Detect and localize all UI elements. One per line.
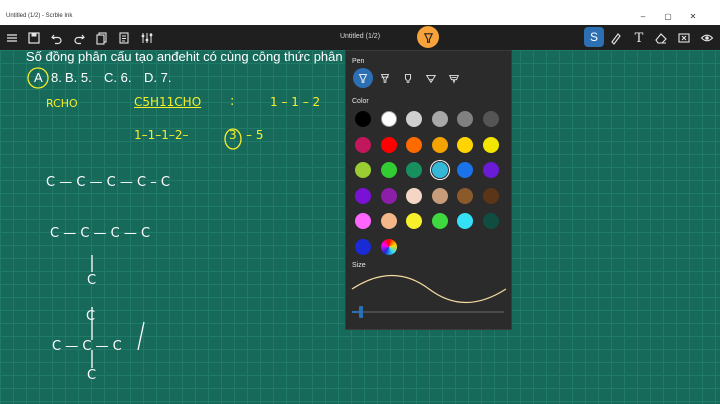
- pen-tool-button[interactable]: [417, 26, 439, 48]
- color-swatch[interactable]: [355, 187, 371, 204]
- color-swatch[interactable]: [457, 187, 473, 204]
- color-swatch[interactable]: [406, 111, 422, 127]
- color-swatch[interactable]: [482, 213, 499, 229]
- answer-c: C. 6.: [104, 70, 132, 85]
- color-swatch[interactable]: [431, 213, 448, 229]
- brush-pen-icon[interactable]: [421, 68, 441, 88]
- color-swatch[interactable]: [482, 187, 499, 204]
- hw-colon: :: [230, 94, 235, 109]
- color-swatch[interactable]: [431, 111, 448, 127]
- color-swatch[interactable]: [380, 162, 397, 178]
- pen-icon: [423, 32, 433, 43]
- eraser-icon[interactable]: [651, 28, 671, 48]
- hw-ratio-top: 1 – 1 – 2: [270, 95, 321, 109]
- hw-chain-2: C — C — C — C: [50, 226, 151, 241]
- color-swatch[interactable]: [457, 111, 473, 127]
- answer-b: B. 5.: [65, 70, 92, 85]
- color-swatch[interactable]: [355, 213, 371, 229]
- highlighter-icon[interactable]: [606, 28, 626, 48]
- hw-chain-3-mid: C — C — C: [52, 339, 122, 354]
- hw-ratio-line: 1–1–1–2–: [134, 128, 189, 142]
- toolbar: Untitled (1/2) T: [0, 25, 720, 65]
- size-slider-track[interactable]: [352, 311, 504, 313]
- color-swatch[interactable]: [482, 162, 499, 178]
- color-swatch[interactable]: [355, 162, 371, 178]
- color-swatch[interactable]: [355, 136, 371, 153]
- hw-circled-number: 3: [229, 128, 237, 142]
- size-preview-stroke: [351, 274, 507, 304]
- copy-icon[interactable]: [114, 28, 134, 48]
- color-swatch[interactable]: [431, 136, 448, 153]
- color-swatch[interactable]: [431, 162, 448, 178]
- pen-section-label: Pen: [352, 58, 365, 65]
- color-swatch[interactable]: [406, 213, 422, 229]
- color-swatch[interactable]: [457, 136, 473, 153]
- maximize-button[interactable]: ▢: [661, 12, 675, 22]
- answer-a-letter: A: [34, 70, 43, 85]
- size-slider-thumb[interactable]: [359, 306, 363, 318]
- color-swatch[interactable]: [380, 111, 397, 127]
- save-icon[interactable]: [24, 28, 44, 48]
- color-swatch[interactable]: [406, 187, 422, 204]
- ballpoint-pen-icon[interactable]: [353, 68, 373, 88]
- title-bar: Untitled (1/2) - Scrble Ink – ▢ ✕: [0, 0, 720, 25]
- hw-branch-c: C: [87, 273, 97, 288]
- color-swatch[interactable]: [482, 111, 499, 127]
- hw-chain-3-bottom: C: [87, 368, 97, 383]
- text-icon[interactable]: T: [629, 28, 649, 48]
- color-swatch[interactable]: [482, 136, 499, 153]
- color-section-label: Color: [352, 98, 369, 105]
- view-icon[interactable]: [697, 28, 717, 48]
- pen-settings-panel: Pen Color Size: [345, 50, 512, 330]
- color-swatch[interactable]: [431, 187, 448, 204]
- color-swatch[interactable]: [457, 162, 473, 178]
- fine-pen-icon[interactable]: [375, 68, 395, 88]
- color-swatch[interactable]: [380, 136, 397, 153]
- settings-icon[interactable]: [137, 28, 157, 48]
- scrble-ink-window: Untitled (1/2) - Scrble Ink – ▢ ✕ Untitl…: [0, 0, 720, 404]
- menu-icon[interactable]: [2, 28, 22, 48]
- redo-icon[interactable]: [69, 28, 89, 48]
- color-swatch[interactable]: [380, 187, 397, 204]
- color-swatch[interactable]: [380, 213, 397, 229]
- hw-chain-3-top: C: [86, 309, 96, 324]
- close-button[interactable]: ✕: [686, 12, 700, 22]
- hw-rcho: RCHO: [46, 97, 78, 110]
- undo-icon[interactable]: [47, 28, 67, 48]
- color-swatch[interactable]: [457, 213, 473, 229]
- calligraphy-pen-icon[interactable]: [444, 68, 464, 88]
- custom-color-picker-icon[interactable]: [380, 238, 397, 255]
- minimize-button[interactable]: –: [636, 12, 650, 22]
- color-swatch[interactable]: [406, 162, 422, 178]
- color-swatch[interactable]: [406, 136, 422, 153]
- delete-icon[interactable]: [674, 28, 694, 48]
- selection-icon[interactable]: S: [584, 27, 604, 47]
- color-swatch[interactable]: [355, 238, 371, 255]
- marker-pen-icon[interactable]: [398, 68, 418, 88]
- hw-chain-1: C — C — C — C – C: [46, 175, 170, 190]
- hw-formula: C5H11CHO: [134, 95, 202, 109]
- hw-ratio-end: – 5: [246, 128, 264, 142]
- color-swatch[interactable]: [355, 111, 371, 127]
- pages-icon[interactable]: [92, 28, 112, 48]
- answer-d: D. 7.: [144, 70, 172, 85]
- answer-a-value: 8.: [51, 70, 62, 85]
- window-title: Untitled (1/2) - Scrble Ink: [6, 13, 73, 19]
- size-section-label: Size: [352, 262, 366, 269]
